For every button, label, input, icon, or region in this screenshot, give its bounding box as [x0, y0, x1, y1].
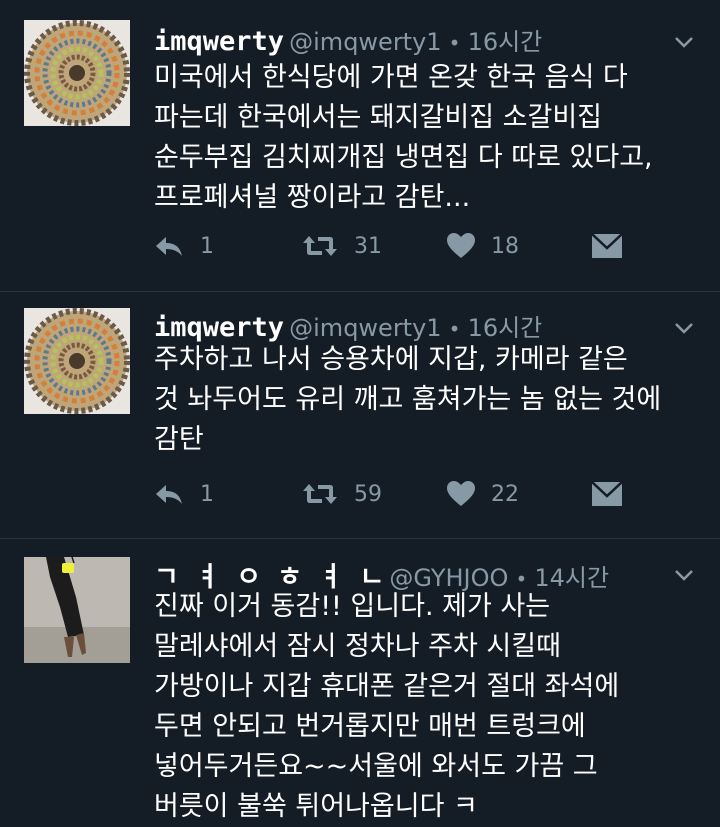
like-count: 18 [491, 233, 519, 259]
avatar[interactable] [24, 308, 130, 414]
heart-icon [447, 481, 475, 506]
tweet-text: 미국에서 한식당에 가면 온갖 한국 음식 다 파는데 한국에서는 돼지갈비집 … [154, 62, 653, 213]
avatar[interactable] [24, 20, 130, 126]
retweet-icon [303, 484, 337, 504]
display-name[interactable]: imqwerty [154, 26, 284, 57]
retweet-count: 59 [354, 481, 382, 507]
avatar[interactable] [24, 557, 130, 663]
retweet-icon [303, 236, 337, 256]
tweet[interactable]: imqwerty @imqwerty1 • 16시간 주차하고 나서 승용차에 … [0, 292, 720, 538]
reply-count: 1 [200, 233, 214, 259]
timestamp[interactable]: 16시간 [468, 28, 543, 56]
retweet-count: 31 [354, 233, 382, 259]
tweet-actions: 1 31 18 [154, 226, 634, 266]
retweet-button[interactable]: 59 [302, 474, 382, 514]
tweet[interactable]: imqwerty @imqwerty1 • 16시간 미국에서 한식당에 가면 … [0, 0, 720, 290]
dm-button[interactable] [592, 226, 622, 266]
like-button[interactable]: 22 [447, 474, 519, 514]
like-button[interactable]: 18 [447, 226, 519, 266]
timestamp[interactable]: 16시간 [468, 314, 543, 342]
separator-dot: • [448, 31, 461, 55]
reply-button[interactable]: 1 [154, 474, 214, 514]
user-handle[interactable]: @imqwerty1 [289, 28, 441, 56]
chevron-down-icon[interactable] [672, 30, 696, 54]
reply-button[interactable]: 1 [154, 226, 214, 266]
reply-count: 1 [200, 481, 214, 507]
tweet-header: imqwerty @imqwerty1 • 16시간 [154, 308, 542, 343]
reply-icon [156, 485, 182, 504]
dm-button[interactable] [592, 474, 622, 514]
chevron-down-icon[interactable] [672, 316, 696, 340]
chevron-down-icon[interactable] [672, 563, 696, 587]
like-count: 22 [491, 481, 519, 507]
tweet-text: 주차하고 나서 승용차에 지갑, 카메라 같은 것 놔두어도 유리 깨고 훔쳐가… [154, 344, 662, 455]
separator-dot: • [448, 317, 461, 341]
envelope-icon [592, 482, 622, 506]
tweet[interactable]: ㄱ ㅕ ㅇ ㅎ ㅕ ㄴ @GYHJOO • 14시간 진짜 이거 동감!! 입니… [0, 539, 720, 824]
reply-icon [156, 237, 182, 256]
tweet-text: 진짜 이거 동감!! 입니다. 제가 사는 말레샤에서 잠시 정차나 주차 시킬… [154, 591, 620, 822]
user-handle[interactable]: @imqwerty1 [289, 314, 441, 342]
tweet-header: imqwerty @imqwerty1 • 16시간 [154, 22, 542, 57]
heart-icon [447, 233, 475, 258]
display-name[interactable]: imqwerty [154, 312, 284, 343]
tweet-actions: 1 59 22 [154, 474, 634, 514]
retweet-button[interactable]: 31 [302, 226, 382, 266]
envelope-icon [592, 234, 622, 258]
